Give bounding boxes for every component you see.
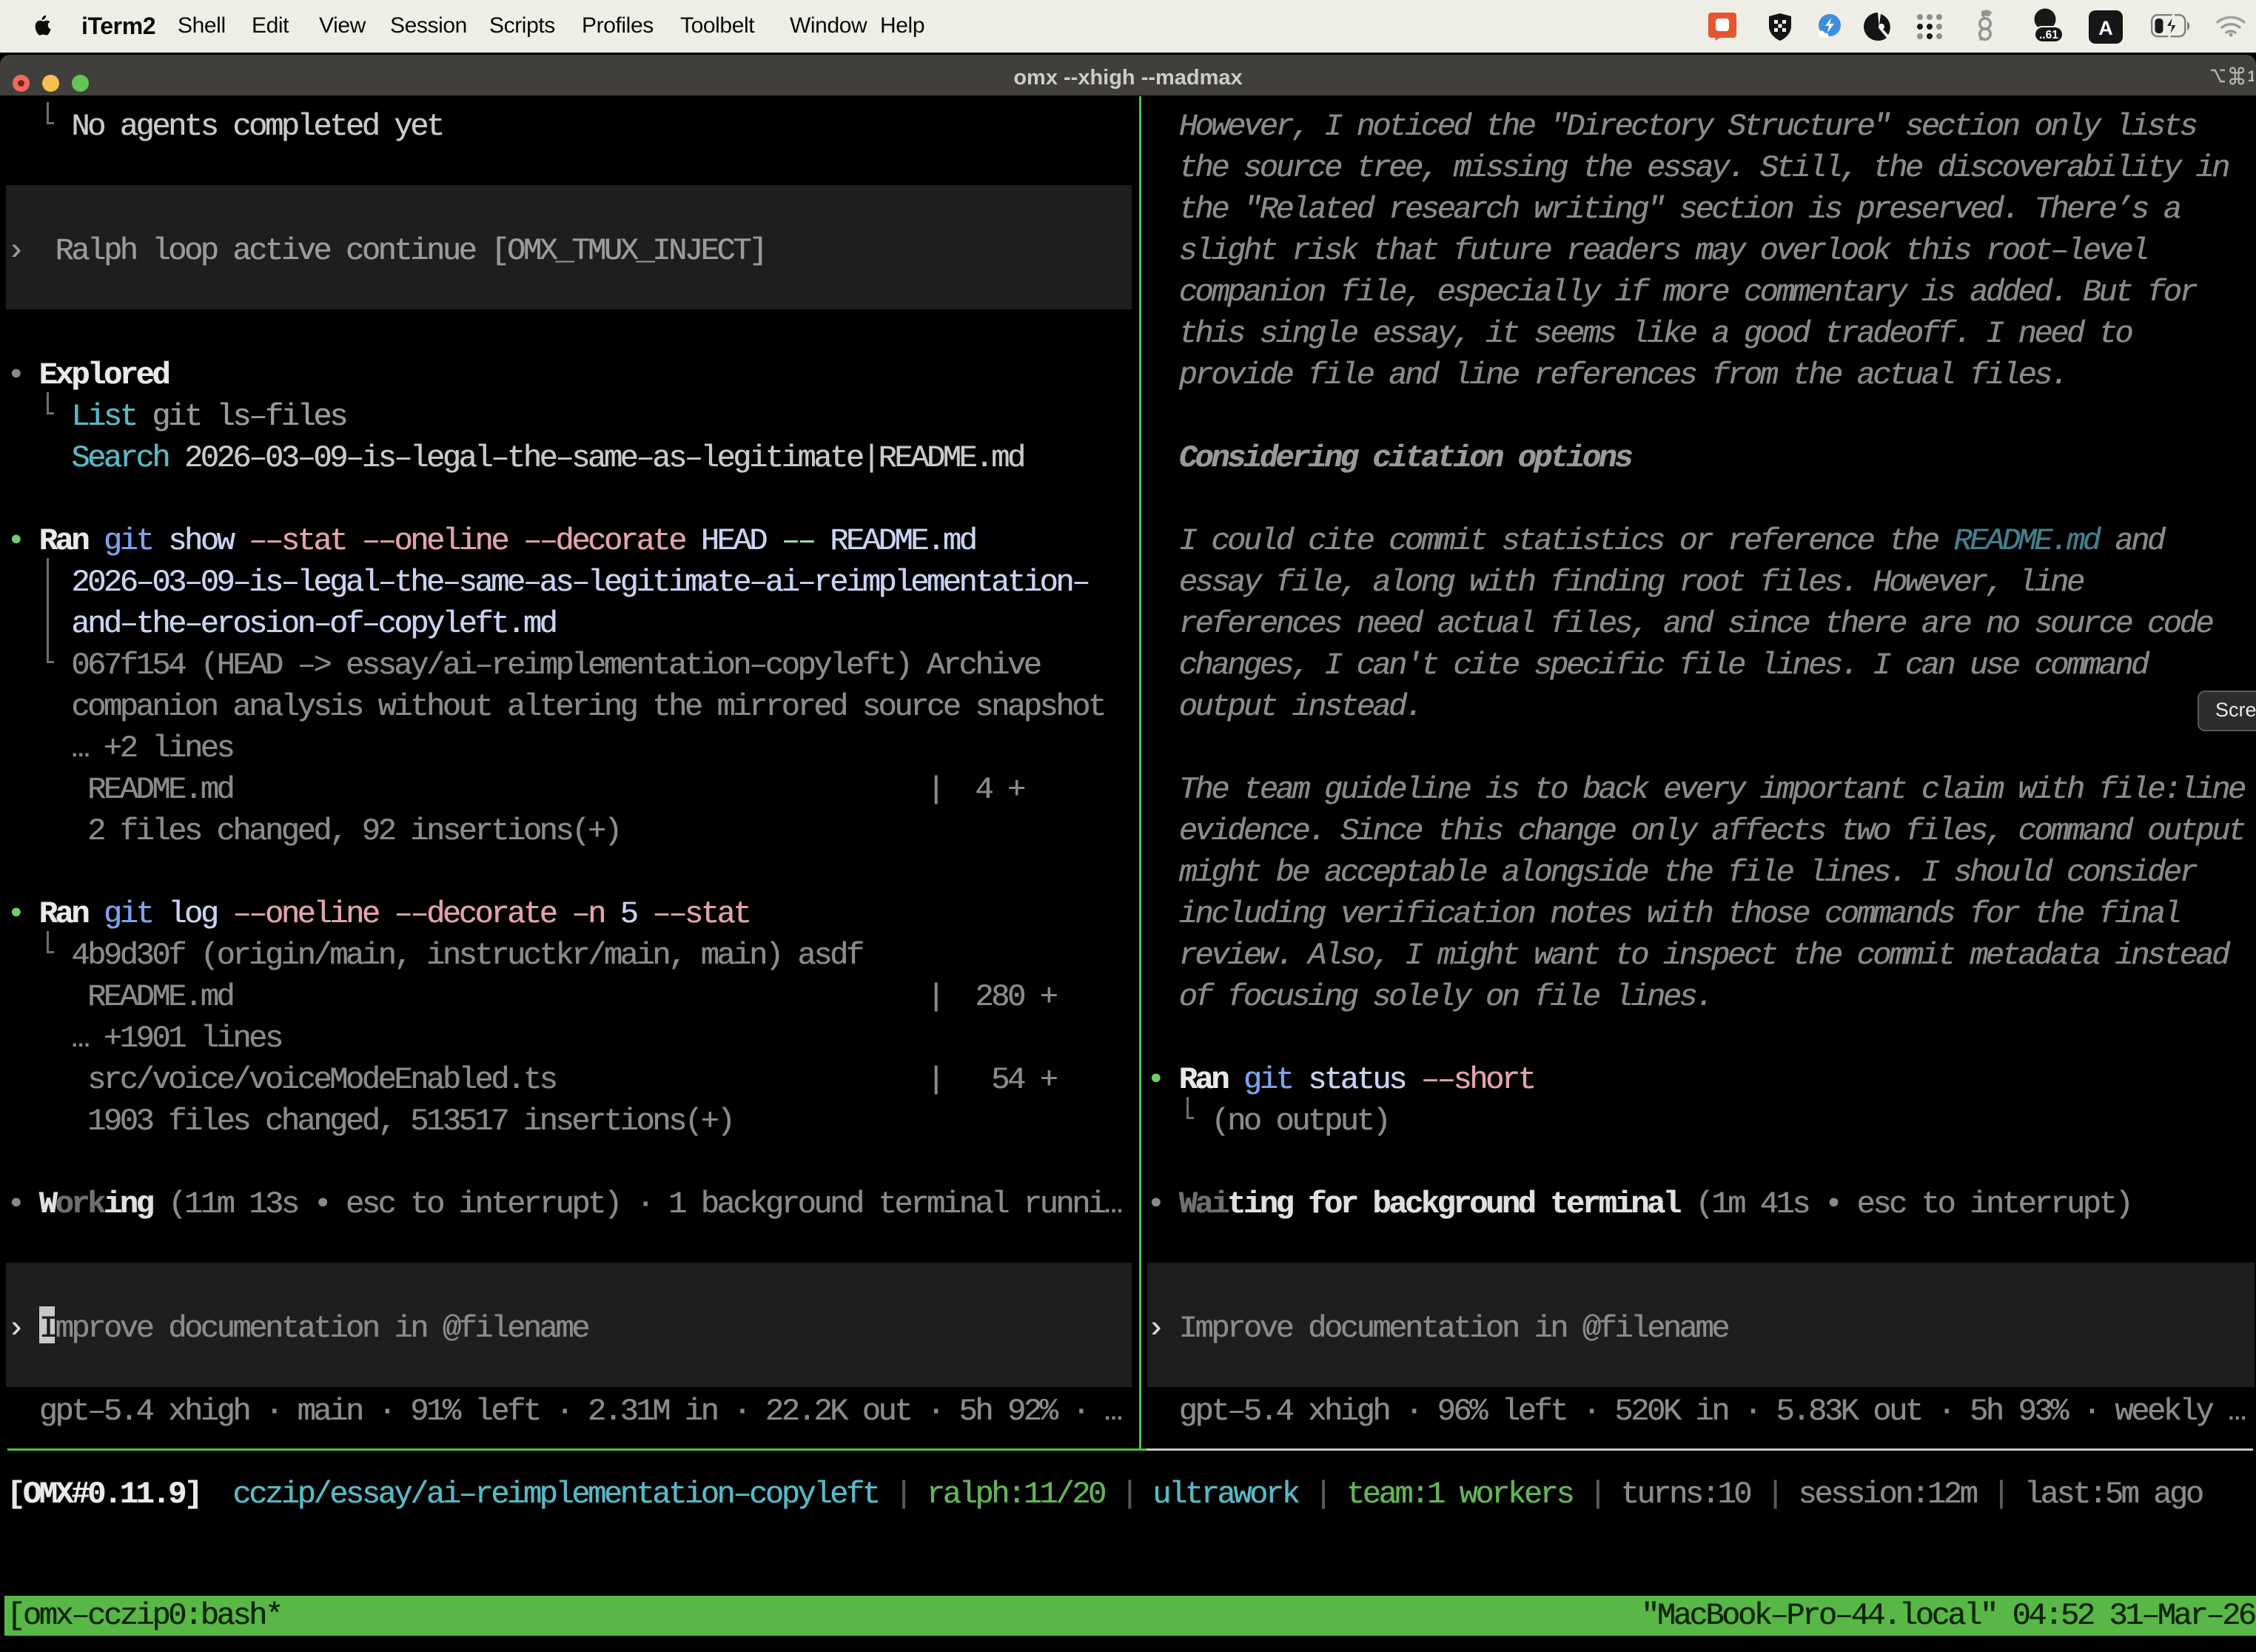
svg-text:A: A [2098,17,2113,39]
svg-text:1: 1 [2247,68,2254,85]
svg-text:..61: ..61 [2039,29,2058,41]
